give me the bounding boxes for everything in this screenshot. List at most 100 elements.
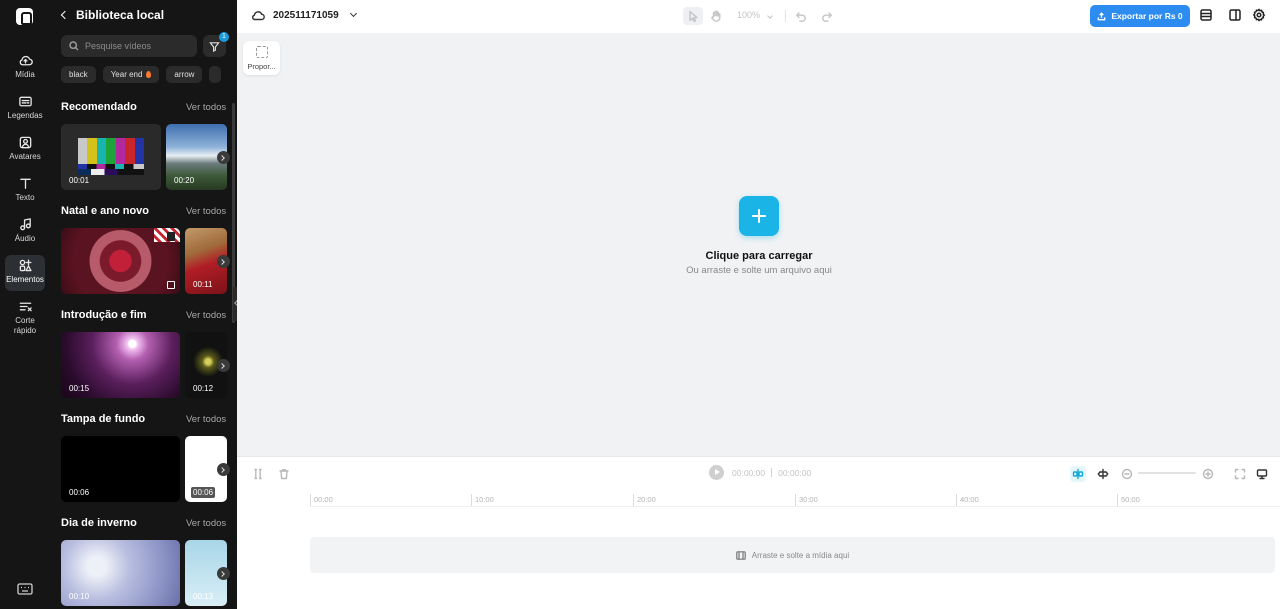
split-icon <box>254 468 262 480</box>
rail-item-label: Elementos <box>6 275 44 284</box>
video-thumbnail[interactable]: 00:06 <box>61 436 180 502</box>
gear-icon <box>1252 8 1266 22</box>
bookmark-icon[interactable] <box>167 232 175 241</box>
rail-item-label: Avatares <box>9 152 41 161</box>
scroll-right-button[interactable] <box>217 151 230 164</box>
see-all-link[interactable]: Ver todos <box>186 102 226 113</box>
search-placeholder: Pesquise vídeos <box>85 41 152 51</box>
upload-title[interactable]: Clique para carregar <box>609 250 909 262</box>
duration-label: 00:12 <box>193 384 214 393</box>
redo-button[interactable] <box>817 7 837 25</box>
delete-button[interactable] <box>276 466 292 482</box>
chip-more[interactable] <box>209 66 222 83</box>
layers-button[interactable] <box>1199 8 1215 24</box>
see-all-link[interactable]: Ver todos <box>186 518 226 529</box>
ruler-tick: 20:00 <box>633 494 656 506</box>
keyboard-shortcuts-button[interactable] <box>17 582 33 595</box>
select-tool-button[interactable] <box>683 7 703 25</box>
see-all-link[interactable]: Ver todos <box>186 310 226 321</box>
section-title: Natal e ano novo <box>61 205 150 217</box>
keyboard-icon <box>17 583 33 595</box>
split-view-icon <box>1229 9 1241 21</box>
video-thumbnail[interactable]: 00:15 <box>61 332 180 398</box>
search-input[interactable]: Pesquise vídeos <box>61 35 197 57</box>
divider <box>785 10 786 22</box>
preview-canvas: Propor... Clique para carregar Ou arrast… <box>237 33 1280 456</box>
rail-item-elements[interactable]: Elementos <box>5 255 45 291</box>
scroll-right-button[interactable] <box>217 567 230 580</box>
time-ruler[interactable]: 00:00 10:00 20:00 30:00 40:00 50:00 <box>310 489 1280 507</box>
back-chevron-icon[interactable] <box>60 10 70 20</box>
current-time: 00:00:00 <box>732 468 766 478</box>
chip-year-end[interactable]: Year end <box>102 66 160 83</box>
zoom-out-button[interactable] <box>1119 466 1135 482</box>
link-snap-icon <box>1072 468 1084 480</box>
section-title: Tampa de fundo <box>61 413 146 425</box>
rail-item-captions[interactable]: Legendas <box>5 91 45 127</box>
export-button[interactable]: Exportar por Rs 0 <box>1090 5 1190 27</box>
ruler-tick: 10:00 <box>471 494 494 506</box>
hand-tool-button[interactable] <box>706 7 726 25</box>
rail-item-text[interactable]: Texto <box>5 173 45 209</box>
media-drop-track[interactable]: Arraste e solte a mídia aqui <box>310 537 1275 573</box>
video-thumbnail[interactable]: 00:10 <box>61 540 180 606</box>
display-mode-button[interactable] <box>1254 466 1270 482</box>
duration-label: 00:13 <box>193 592 214 601</box>
section-title: Introdução e fim <box>61 309 147 321</box>
duration-label: 00:20 <box>174 176 195 185</box>
zoom-out-icon <box>1121 468 1133 480</box>
settings-button[interactable] <box>1252 8 1268 24</box>
see-all-link[interactable]: Ver todos <box>186 206 226 217</box>
fire-icon <box>146 71 152 78</box>
aspect-ratio-button[interactable]: Propor... <box>243 41 280 75</box>
drop-hint: Arraste e solte a mídia aqui <box>751 550 850 560</box>
ruler-tick: 50:00 <box>1117 494 1140 506</box>
ruler-tick: 30:00 <box>795 494 818 506</box>
export-icon <box>1098 11 1106 20</box>
scroll-right-button[interactable] <box>217 255 230 268</box>
see-all-link[interactable]: Ver todos <box>186 414 226 425</box>
rail-item-audio[interactable]: Áudio <box>5 214 45 250</box>
chip-black[interactable]: black <box>61 66 96 83</box>
app-logo[interactable] <box>16 8 33 25</box>
rail-item-quick-cut[interactable]: Corte rápido <box>5 296 45 338</box>
chip-arrow[interactable]: arrow <box>166 66 203 83</box>
stack-icon <box>1200 9 1212 21</box>
zoom-selector[interactable]: 100% <box>737 10 773 20</box>
duration-label: 00:10 <box>69 592 90 601</box>
panel-title: Biblioteca local <box>76 8 165 22</box>
zoom-slider[interactable] <box>1138 472 1196 474</box>
play-button[interactable] <box>709 465 724 480</box>
scroll-right-button[interactable] <box>217 463 230 476</box>
undo-button[interactable] <box>791 7 811 25</box>
ruler-tick: 00:00 <box>310 494 333 506</box>
undo-icon <box>796 12 806 22</box>
split-button[interactable] <box>250 466 266 482</box>
project-selector[interactable]: 202511171059 <box>251 9 357 21</box>
aspect-ratio-icon <box>255 46 268 58</box>
video-thumbnail[interactable] <box>61 228 180 294</box>
color-bars <box>78 138 144 164</box>
duration-label: 00:06 <box>69 488 90 497</box>
chip-label: arrow <box>174 70 195 79</box>
ruler-tick: 40:00 <box>956 494 979 506</box>
magnet-snap-toggle[interactable] <box>1070 466 1086 482</box>
chevron-down-icon <box>766 13 773 19</box>
split-preview-toggle[interactable] <box>1095 466 1111 482</box>
fit-timeline-button[interactable] <box>1232 466 1248 482</box>
upload-button[interactable] <box>739 196 779 236</box>
video-thumbnail[interactable]: 00:01 <box>61 124 161 190</box>
section-title: Recomendado <box>61 101 137 113</box>
split-preview-icon <box>1097 468 1109 480</box>
rail-item-label: Corte rápido <box>13 316 37 335</box>
rail-item-avatars[interactable]: Avatares <box>5 132 45 168</box>
redo-icon <box>822 12 832 22</box>
toggle-panel-button[interactable] <box>1228 8 1244 24</box>
zoom-in-button[interactable] <box>1200 466 1216 482</box>
app-window: Mídia Legendas Avatares Texto Áudio Elem… <box>0 0 1280 609</box>
trash-icon <box>279 469 289 480</box>
rail-item-media[interactable]: Mídia <box>5 50 45 86</box>
cloud-icon <box>252 11 265 21</box>
expand-icon[interactable] <box>167 281 175 289</box>
scroll-right-button[interactable] <box>217 359 230 372</box>
